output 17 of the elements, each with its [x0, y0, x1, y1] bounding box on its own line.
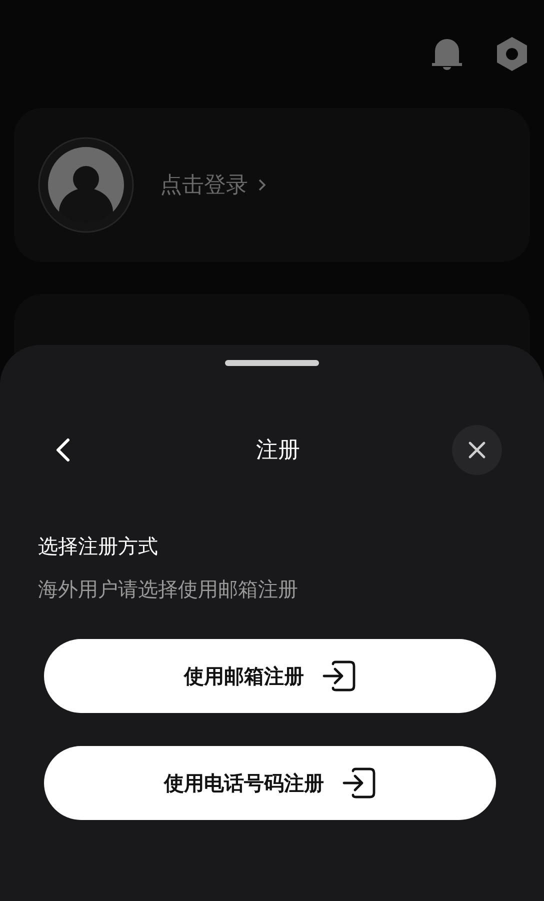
chevron-right-icon [258, 178, 266, 192]
sign-in-icon [342, 767, 376, 799]
section-heading: 选择注册方式 [38, 533, 159, 560]
bell-icon[interactable] [430, 36, 464, 72]
close-button[interactable] [452, 425, 502, 475]
register-button[interactable]: 使用邮箱注册 [44, 639, 496, 713]
close-icon [468, 441, 486, 459]
drag-handle[interactable] [225, 360, 319, 366]
avatar-icon [38, 137, 134, 233]
register-button[interactable]: 使用电话号码注册 [44, 746, 496, 820]
profile-card[interactable]: 点击登录 [14, 108, 530, 262]
sign-in-icon [322, 660, 356, 692]
login-link[interactable]: 点击登录 [160, 170, 248, 200]
back-icon[interactable] [54, 437, 72, 463]
settings-icon[interactable] [496, 36, 528, 72]
sheet-title: 注册 [256, 437, 300, 465]
hint-text: 海外用户请选择使用邮箱注册 [38, 576, 299, 603]
